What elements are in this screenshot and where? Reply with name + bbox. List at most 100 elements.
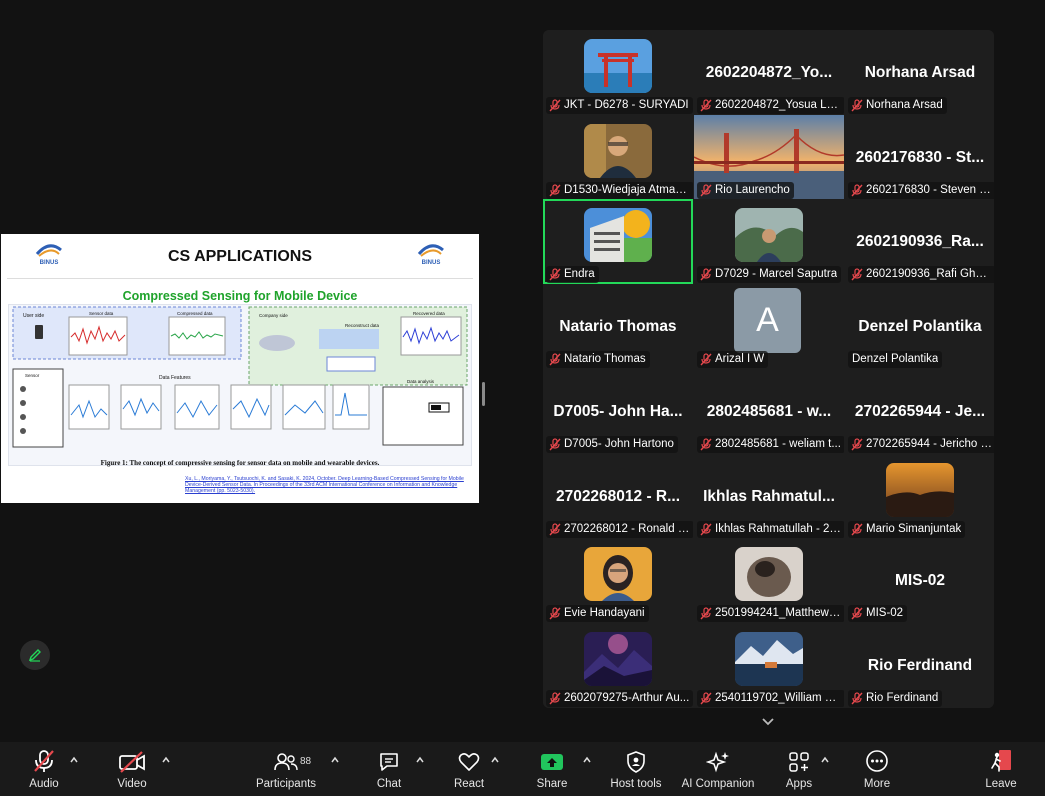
participant-tile[interactable]: Norhana Arsad Norhana Arsad xyxy=(845,30,994,115)
participant-tile[interactable]: D7005- John Ha... D7005- John Hartono xyxy=(543,369,693,454)
participant-tile[interactable]: A Arizal I W xyxy=(694,284,844,369)
participant-video xyxy=(584,39,652,93)
mic-muted-icon xyxy=(549,692,561,705)
participant-name-display: 2702265944 - Je... xyxy=(854,403,986,420)
mic-muted-icon xyxy=(700,99,712,112)
meeting-toolbar: Audio Video Participants 88 Chat React S… xyxy=(0,742,1045,796)
mic-muted-icon xyxy=(549,523,561,536)
participant-name: JKT - D6278 - SURYADI xyxy=(564,99,689,111)
more-icon xyxy=(866,750,888,772)
participant-tile[interactable]: 2602190936_Ra... 2602190936_Rafi Ghazi B xyxy=(845,199,994,284)
participant-name: 2602204872_Yosua Lum... xyxy=(715,99,841,111)
participant-name: MIS-02 xyxy=(866,607,904,619)
participant-name: Rio Ferdinand xyxy=(866,692,939,704)
slide-reference: Xu, L., Moriyama, Y., Tsutsuochi, K. and… xyxy=(185,476,464,495)
participant-tile[interactable]: Rio Ferdinand Rio Ferdinand xyxy=(845,623,994,708)
participant-tile[interactable]: 2602079275-Arthur Au... xyxy=(543,623,693,708)
participant-name: Arizal I W xyxy=(715,353,765,365)
svg-text:Company side: Company side xyxy=(259,313,288,318)
participant-name-label: D7005- John Hartono xyxy=(546,436,678,453)
video-off-icon xyxy=(119,751,145,773)
mic-muted-icon xyxy=(34,750,54,772)
participant-tile[interactable]: Mario Simanjuntak xyxy=(845,454,994,539)
participant-tile[interactable]: Evie Handayani xyxy=(543,538,693,623)
slide-subtitle: Compressed Sensing for Mobile Device xyxy=(122,289,358,303)
host-tools-button[interactable]: Host tools xyxy=(608,742,664,796)
svg-text:Compressed data: Compressed data xyxy=(177,311,213,316)
participant-tile[interactable]: D7029 - Marcel Saputra xyxy=(694,199,844,284)
mic-muted-icon xyxy=(851,268,863,281)
participant-name-display: Denzel Polantika xyxy=(858,318,982,335)
gallery-scroll-down[interactable] xyxy=(758,712,778,732)
participant-name-display: 2702268012 - R... xyxy=(555,488,681,505)
participant-tile[interactable]: 2602176830 - St... 2602176830 - Steven La… xyxy=(845,115,994,200)
sparkle-icon xyxy=(706,751,729,773)
ai-companion-label: AI Companion xyxy=(681,778,755,790)
mic-muted-icon xyxy=(700,607,712,620)
slide-title: CS APPLICATIONS xyxy=(167,248,312,265)
participant-tile[interactable]: 2702268012 - R... 2702268012 - Ronald C..… xyxy=(543,454,693,539)
chat-options-caret[interactable] xyxy=(415,756,425,764)
apps-icon xyxy=(789,752,809,772)
participant-tile[interactable]: 2602204872_Yo... 2602204872_Yosua Lum... xyxy=(694,30,844,115)
participant-name-label: 2501994241_Matthew F... xyxy=(697,605,844,622)
apps-button[interactable]: Apps xyxy=(782,742,816,796)
participant-name: Norhana Arsad xyxy=(866,99,943,111)
participant-name-display: MIS-02 xyxy=(895,572,945,589)
shared-screen: BINUS BINUS CS APPLICATIONS Compressed S… xyxy=(1,234,479,503)
participant-tile[interactable]: JKT - D6278 - SURYADI xyxy=(543,30,693,115)
svg-text:Data Features: Data Features xyxy=(159,375,191,381)
participant-name-label: JKT - D6278 - SURYADI xyxy=(546,97,693,114)
leave-button[interactable]: Leave xyxy=(984,742,1018,796)
mic-muted-icon xyxy=(851,184,863,197)
shield-icon xyxy=(627,751,645,773)
audio-label: Audio xyxy=(29,778,59,790)
participant-tile[interactable]: Endra xyxy=(543,199,693,284)
video-button[interactable]: Video xyxy=(110,742,154,796)
annotate-button[interactable] xyxy=(20,640,50,670)
audio-button[interactable]: Audio xyxy=(22,742,66,796)
participant-tile[interactable]: 2802485681 - w... 2802485681 - weliam t..… xyxy=(694,369,844,454)
participant-tile[interactable]: Rio Laurencho xyxy=(694,115,844,200)
participant-name-display: Norhana Arsad xyxy=(864,64,976,81)
participant-name: 2602190936_Rafi Ghazi B xyxy=(866,268,992,280)
apps-options-caret[interactable] xyxy=(820,756,830,764)
video-options-caret[interactable] xyxy=(161,756,171,764)
audio-options-caret[interactable] xyxy=(69,756,79,764)
participant-name: Denzel Polantika xyxy=(852,353,939,365)
react-button[interactable]: React xyxy=(452,742,486,796)
participant-tile[interactable]: Ikhlas Rahmatul... Ikhlas Rahmatullah - 2… xyxy=(694,454,844,539)
participant-tile[interactable]: 2501994241_Matthew F... xyxy=(694,538,844,623)
participant-tile[interactable]: Natario Thomas Natario Thomas xyxy=(543,284,693,369)
participant-tile[interactable]: MIS-02 MIS-02 xyxy=(845,538,994,623)
participant-tile[interactable]: Denzel Polantika Denzel Polantika xyxy=(845,284,994,369)
participant-name-label: 2702268012 - Ronald C... xyxy=(546,521,693,538)
participant-tile[interactable]: D1530-Wiedjaja Atmadja xyxy=(543,115,693,200)
participant-name: D7005- John Hartono xyxy=(564,438,674,450)
participants-options-caret[interactable] xyxy=(330,756,340,764)
participant-name-label: Rio Ferdinand xyxy=(848,690,943,707)
share-button[interactable]: Share xyxy=(534,742,570,796)
participant-name-label: Evie Handayani xyxy=(546,605,649,622)
svg-text:Sensor data: Sensor data xyxy=(89,311,114,316)
participant-name-label: Mario Simanjuntak xyxy=(848,521,966,538)
participants-button[interactable]: Participants xyxy=(254,742,318,796)
participant-name-display: Ikhlas Rahmatul... xyxy=(703,488,835,505)
participant-tile[interactable]: 2702265944 - Je... 2702265944 - Jericho J… xyxy=(845,369,994,454)
chat-button[interactable]: Chat xyxy=(372,742,406,796)
participant-name-label: 2802485681 - weliam t... xyxy=(697,436,844,453)
split-resize-handle[interactable] xyxy=(482,382,485,406)
more-button[interactable]: More xyxy=(860,742,894,796)
share-options-caret[interactable] xyxy=(582,756,592,764)
participant-name-label: D7029 - Marcel Saputra xyxy=(697,266,842,283)
more-label: More xyxy=(863,778,891,790)
ai-companion-button[interactable]: AI Companion xyxy=(680,742,756,796)
react-options-caret[interactable] xyxy=(490,756,500,764)
participant-video xyxy=(735,208,803,262)
participant-video xyxy=(584,208,652,262)
participant-name-display: 2602176830 - St... xyxy=(855,149,985,166)
participant-name-label: Endra xyxy=(546,266,599,283)
participants-icon xyxy=(274,753,298,771)
participant-tile[interactable]: 2540119702_William deli xyxy=(694,623,844,708)
fig-user-side: User side xyxy=(23,313,44,319)
